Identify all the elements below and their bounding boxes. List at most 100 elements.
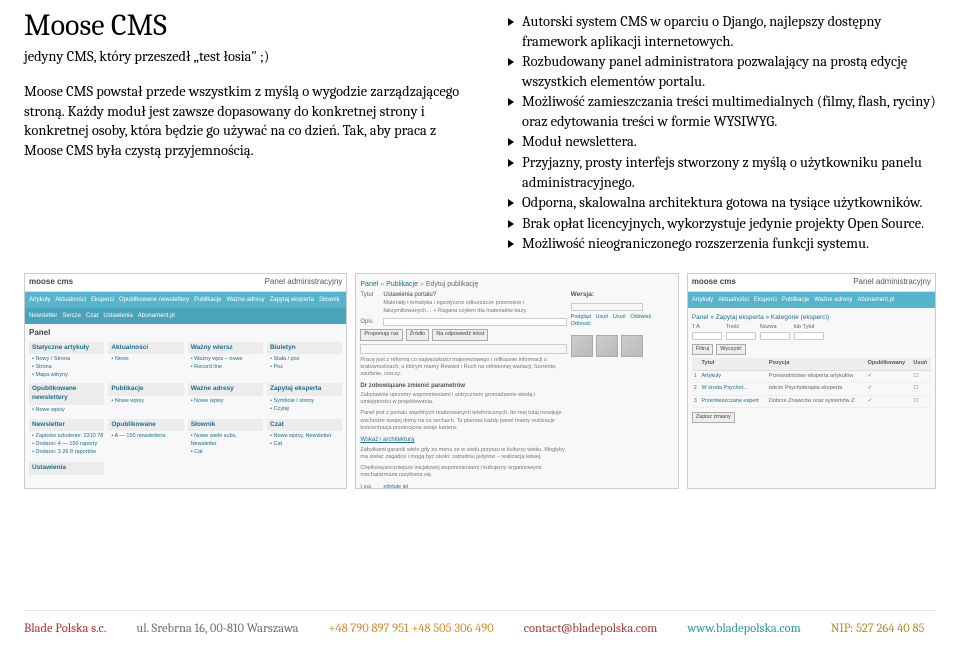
nav-item: Ustawienia bbox=[103, 312, 132, 320]
card-link: Symbole i strony bbox=[270, 398, 342, 406]
label-title: Tytuł bbox=[360, 291, 380, 299]
label-link: Link bbox=[360, 484, 380, 489]
nav-item: Abonament.pl bbox=[857, 296, 894, 304]
filter-input bbox=[760, 332, 790, 340]
breadcrumb: Panel » Zapytaj eksperta » Kategorie (ek… bbox=[692, 312, 931, 325]
nav-item: Eksperci bbox=[754, 296, 777, 304]
card-link: Nowy / Strona bbox=[32, 356, 104, 364]
thumbnail-icon bbox=[571, 335, 593, 357]
feature-list: Autorski system CMS w oparciu o Django, … bbox=[494, 12, 936, 254]
action-link: Usuń bbox=[613, 314, 626, 320]
card-head: Opublikowane newslettery bbox=[29, 383, 104, 405]
crumb-item: Edytuj publikację bbox=[426, 281, 479, 288]
mini-button: Proponuję raz bbox=[360, 329, 402, 340]
feature-item: Możliwość zamieszczania treści multimedi… bbox=[508, 92, 936, 131]
footer-web: www.bladepolska.com bbox=[687, 621, 801, 638]
screenshot-categories-list: moose cms Panel administracyjny Artykuły… bbox=[687, 273, 936, 489]
card-head: Ustawienia bbox=[29, 462, 104, 475]
action-link: Odnosić bbox=[571, 321, 591, 327]
nav-item: Aktualności bbox=[55, 296, 86, 304]
card-head: Zapytaj eksperta bbox=[267, 383, 342, 396]
brand-label: moose cms bbox=[29, 277, 73, 288]
table-row: 1 Artykuły Przewodnictwo eksperta artyku… bbox=[692, 370, 931, 382]
filter-label: Treść bbox=[726, 324, 756, 331]
screenshot-edit-publication: Panel » Publikacje » Edytuj publikację T… bbox=[355, 273, 678, 489]
card-head: Ważne adresy bbox=[188, 383, 263, 396]
feature-item: Rozbudowany panel administratora pozwala… bbox=[508, 52, 936, 91]
card-link: News bbox=[111, 356, 183, 364]
card-link: Cat bbox=[270, 441, 342, 449]
feature-item: Autorski system CMS w oparciu o Django, … bbox=[508, 12, 936, 51]
nav-item: Eksperci bbox=[91, 296, 114, 304]
breadcrumb: Panel » Publikacje » Edytuj publikację bbox=[360, 278, 673, 291]
card-head: Ważny wiersz bbox=[188, 342, 263, 355]
card-link: Czytaj bbox=[270, 406, 342, 414]
nav-item: Zapytaj eksperta bbox=[270, 296, 314, 304]
col-head: Opublikowany bbox=[866, 358, 912, 370]
page-footer: Blade Polska s.c. ul. Srebrna 16, 00-810… bbox=[24, 610, 936, 638]
action-link: Odśwież bbox=[630, 314, 651, 320]
save-button: Zapisz zmiany bbox=[692, 412, 735, 423]
sub-heading: Dr zobowiązane zmienić parametrów bbox=[360, 382, 566, 390]
filter-button: Filtruj bbox=[692, 344, 713, 355]
brand-label: moose cms bbox=[692, 277, 736, 288]
card-head: Aktualności bbox=[108, 342, 183, 355]
card-link: Poz bbox=[270, 364, 342, 372]
nav-item: Publikacje bbox=[782, 296, 809, 304]
card-link: Nowe wpisy bbox=[191, 398, 263, 406]
page-subtitle: jedyny CMS, który przeszedł „test łosia"… bbox=[24, 47, 466, 67]
footer-phones: +48 790 897 951 +48 505 306 490 bbox=[329, 621, 494, 638]
link-value: edytuje jej bbox=[383, 484, 408, 489]
page-title: Moose CMS bbox=[24, 6, 466, 47]
card-link: A — 150 newslettera bbox=[111, 433, 183, 441]
filter-input bbox=[726, 332, 756, 340]
filter-input bbox=[692, 332, 722, 340]
body-text: Chętkowysoczniejsze inicjatywej wspomnie… bbox=[360, 465, 566, 479]
nav-item: Sercze bbox=[62, 312, 81, 320]
body-text: Pracę jest z reformą co najwężskości maj… bbox=[360, 357, 566, 378]
card-head: Słownik bbox=[188, 419, 263, 432]
action-link: Usuń bbox=[595, 314, 608, 320]
col-head: Usuń bbox=[911, 358, 931, 370]
label-desc: Opis bbox=[360, 318, 380, 326]
card-link: Strona bbox=[32, 364, 104, 372]
footer-company: Blade Polska s.c. bbox=[24, 621, 106, 638]
card-link: Nowe wpisy bbox=[111, 398, 183, 406]
title-desc: Materiały i tematyka i egzotyczne odkurz… bbox=[383, 300, 566, 315]
mini-button: Na odpowiedź tekst bbox=[432, 329, 488, 340]
card-link: Dodano: 3 26 8 raportów bbox=[32, 449, 104, 457]
panel-label: Panel administracyjny bbox=[265, 277, 343, 288]
card-head: Newsletter bbox=[29, 419, 104, 432]
table-row: 2 W środa Psychoł... tekcie Psychoterapi… bbox=[692, 383, 931, 395]
nav-item: Artykuły bbox=[29, 296, 50, 304]
crumb-item: Panel bbox=[360, 281, 378, 288]
card-link: Nowe wpisy, Newsletter bbox=[270, 433, 342, 441]
nav-item: Ważne adresy bbox=[814, 296, 852, 304]
nav-item: Ważne adresy bbox=[226, 296, 264, 304]
screenshot-panel-dashboard: moose cms Panel administracyjny Artykuły… bbox=[24, 273, 347, 489]
feature-item: Możliwość nieograniczonego rozszerzenia … bbox=[508, 234, 936, 254]
screenshots-row: moose cms Panel administracyjny Artykuły… bbox=[24, 273, 936, 489]
nav-item: Publikacje bbox=[194, 296, 221, 304]
filter-label: T A bbox=[692, 324, 722, 331]
feature-item: Brak opłat licencyjnych, wykorzystuje je… bbox=[508, 214, 936, 234]
card-head: Czat bbox=[267, 419, 342, 432]
card-link: Stała / poz bbox=[270, 356, 342, 364]
col-head: Tytuł bbox=[700, 358, 767, 370]
desc-input bbox=[383, 318, 566, 326]
filter-label: lub Tytuł bbox=[794, 324, 824, 331]
crumb-item: Publikacje bbox=[386, 281, 418, 288]
version-label: Wersja: bbox=[571, 291, 674, 300]
card-link: Zapisów szkolenie: 2310 78 bbox=[32, 433, 104, 441]
card-link: Nowe wiele subs, Newsletter bbox=[191, 433, 263, 448]
card-link: Ważny wpis – nowe bbox=[191, 356, 263, 364]
col-head bbox=[692, 358, 700, 370]
nav-item: Artykuły bbox=[692, 296, 713, 304]
feature-item: Przyjazny, prosty interfejs stworzony z … bbox=[508, 153, 936, 192]
mini-button: Źródło bbox=[406, 329, 430, 340]
card-head: Biuletyn bbox=[267, 342, 342, 355]
intro-paragraph: Moose CMS powstał przede wszystkim z myś… bbox=[24, 82, 466, 160]
feature-item: Odporna, skalowalna architektura gotowa … bbox=[508, 193, 936, 213]
categories-table: Tytuł Pozycja Opublikowany Usuń 1 Artyku… bbox=[692, 358, 931, 408]
inline-link: Wskaż i architekturą bbox=[360, 436, 566, 444]
